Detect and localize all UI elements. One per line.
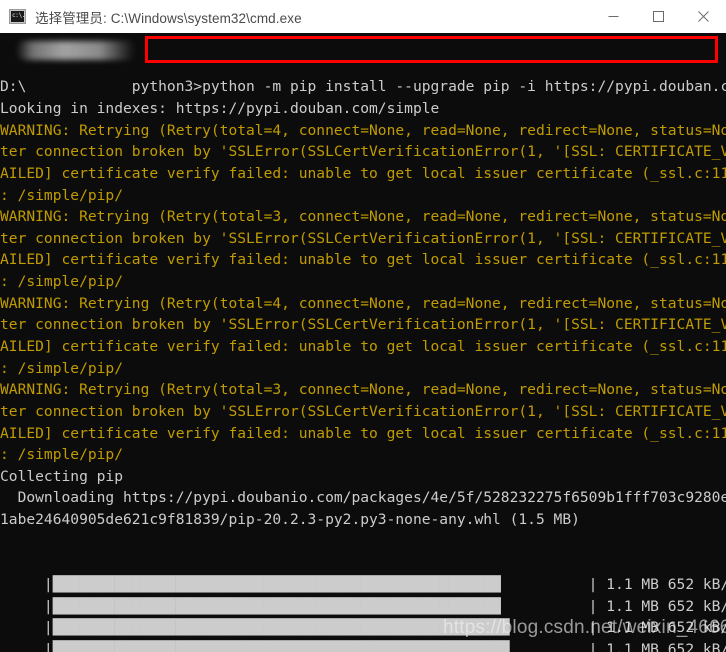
console-line-download2: 1abe24640905de621c9f81839/pip-20.2.3-py2… xyxy=(0,511,580,529)
console-line-w4d: : /simple/pip/ xyxy=(0,446,124,464)
console-line-looking: Looking in indexes: https://pypi.douban.… xyxy=(0,99,440,117)
console-line-w3a: WARNING: Retrying (Retry(total=4, connec… xyxy=(0,294,726,312)
console-line-w2c: AILED] certificate verify failed: unable… xyxy=(0,251,726,269)
progress-row: |███████████████████████████████████████… xyxy=(43,641,726,652)
console-line-w3d: : /simple/pip/ xyxy=(0,359,124,377)
close-button[interactable] xyxy=(681,0,726,33)
console-line-w4a: WARNING: Retrying (Retry(total=3, connec… xyxy=(0,381,726,399)
console-line-collecting: Collecting pip xyxy=(0,467,124,485)
minimize-button[interactable] xyxy=(591,0,636,33)
cmd-window: 选择管理员: C:\Windows\system32\cmd.exe xyxy=(0,0,726,652)
console-line-w1b: ter connection broken by 'SSLError(SSLCe… xyxy=(0,143,726,161)
minimize-icon xyxy=(608,16,619,17)
close-icon xyxy=(698,11,709,22)
console-line-w2b: ter connection broken by 'SSLError(SSLCe… xyxy=(0,229,726,247)
title-bar[interactable]: 选择管理员: C:\Windows\system32\cmd.exe xyxy=(0,0,726,33)
console-line-w4c: AILED] certificate verify failed: unable… xyxy=(0,424,726,442)
console-line-w1d: : /simple/pip/ xyxy=(0,186,124,204)
console-text-lines: D:\ python3>python -m pip install --upgr… xyxy=(0,76,726,530)
console-line-w3b: ter connection broken by 'SSLError(SSLCe… xyxy=(0,316,726,334)
title-bar-left: 选择管理员: C:\Windows\system32\cmd.exe xyxy=(0,7,591,27)
console-line-download1: Downloading https://pypi.doubanio.com/pa… xyxy=(0,489,726,507)
window-controls xyxy=(591,0,726,33)
progress-row: |███████████████████████████████████████… xyxy=(43,619,726,637)
console-line-w1c: AILED] certificate verify failed: unable… xyxy=(0,164,726,182)
console-line-w2d: : /simple/pip/ xyxy=(0,273,124,291)
console-output[interactable]: D:\ python3>python -m pip install --upgr… xyxy=(0,33,726,652)
window-title: 选择管理员: C:\Windows\system32\cmd.exe xyxy=(35,10,302,26)
download-progress-lines: |███████████████████████████████████████… xyxy=(0,574,726,652)
console-line-w3c: AILED] certificate verify failed: unable… xyxy=(0,338,726,355)
console-line-prompt: D:\ python3>python -m pip install --upgr… xyxy=(0,78,726,96)
console-line-w4b: ter connection broken by 'SSLError(SSLCe… xyxy=(0,402,726,420)
maximize-icon xyxy=(653,11,664,22)
console-line-w2a: WARNING: Retrying (Retry(total=3, connec… xyxy=(0,208,726,226)
maximize-button[interactable] xyxy=(636,0,681,33)
console-line-w1a: WARNING: Retrying (Retry(total=4, connec… xyxy=(0,121,726,139)
progress-row: |███████████████████████████████████████… xyxy=(43,597,726,615)
progress-row: |███████████████████████████████████████… xyxy=(43,576,726,594)
cmd-icon xyxy=(9,9,26,24)
